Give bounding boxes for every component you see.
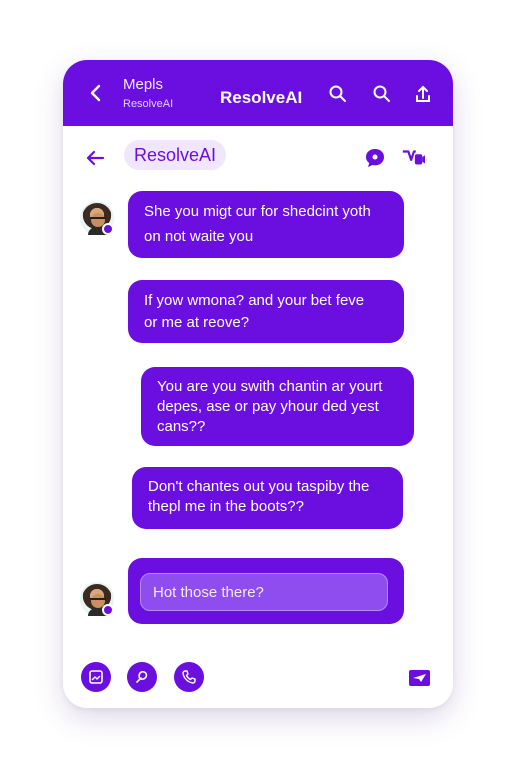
back-arrow-icon[interactable] bbox=[83, 146, 107, 170]
verified-badge-icon bbox=[102, 604, 114, 616]
header-line-1: Mepls bbox=[123, 76, 164, 93]
search-icon[interactable] bbox=[372, 84, 392, 104]
chat-bubble-icon[interactable] bbox=[363, 146, 387, 170]
message-bubble: She you migt cur for shedcint yoth on no… bbox=[128, 191, 404, 258]
avatar bbox=[80, 582, 114, 616]
message-text: Don't chantes out you taspiby the bbox=[148, 478, 370, 495]
message-text: You are you swith chantin ar yourt bbox=[157, 378, 383, 395]
back-chevron-icon[interactable] bbox=[85, 82, 107, 104]
chat-window: Mepls ResolveAI ResolveAI ResolveAI She … bbox=[63, 60, 453, 708]
video-icon[interactable] bbox=[401, 146, 425, 170]
share-icon[interactable] bbox=[413, 84, 433, 104]
message-text: thepl me in the boots?? bbox=[148, 498, 304, 515]
message-text: If yow wmona? and your bet feve bbox=[144, 292, 365, 309]
contact-chip[interactable]: ResolveAI bbox=[124, 140, 227, 170]
image-icon bbox=[89, 670, 103, 684]
call-button[interactable] bbox=[174, 662, 204, 692]
message-text: She you migt cur for shedcint yoth bbox=[144, 203, 371, 220]
message-bubble: If yow wmona? and your bet feve or me at… bbox=[128, 280, 404, 343]
header-subtitle: Mepls ResolveAI bbox=[123, 76, 173, 112]
header-line-2: ResolveAI bbox=[123, 98, 174, 110]
message-text: depes, ase or pay yhour ded yest bbox=[157, 398, 379, 415]
message-bubble: You are you swith chantin ar yourt depes… bbox=[141, 367, 414, 446]
message-text: on not waite you bbox=[144, 228, 254, 245]
verified-badge-icon bbox=[102, 223, 114, 235]
send-icon[interactable] bbox=[409, 669, 431, 687]
conversation-bar: ResolveAI bbox=[63, 126, 453, 186]
message-text: or me at reove? bbox=[144, 314, 250, 331]
avatar bbox=[80, 201, 114, 235]
search-icon[interactable] bbox=[328, 84, 348, 104]
phone-icon bbox=[182, 670, 196, 684]
message-text: cans?? bbox=[157, 418, 206, 435]
sticker-button[interactable] bbox=[127, 662, 157, 692]
image-button[interactable] bbox=[81, 662, 111, 692]
message-input[interactable] bbox=[140, 573, 388, 611]
header-title: ResolveAI bbox=[220, 88, 303, 107]
message-bubble: Don't chantes out you taspiby the thepl … bbox=[132, 467, 403, 529]
sticker-icon bbox=[136, 670, 148, 683]
composer bbox=[128, 558, 404, 624]
app-header: Mepls ResolveAI ResolveAI bbox=[63, 60, 453, 126]
